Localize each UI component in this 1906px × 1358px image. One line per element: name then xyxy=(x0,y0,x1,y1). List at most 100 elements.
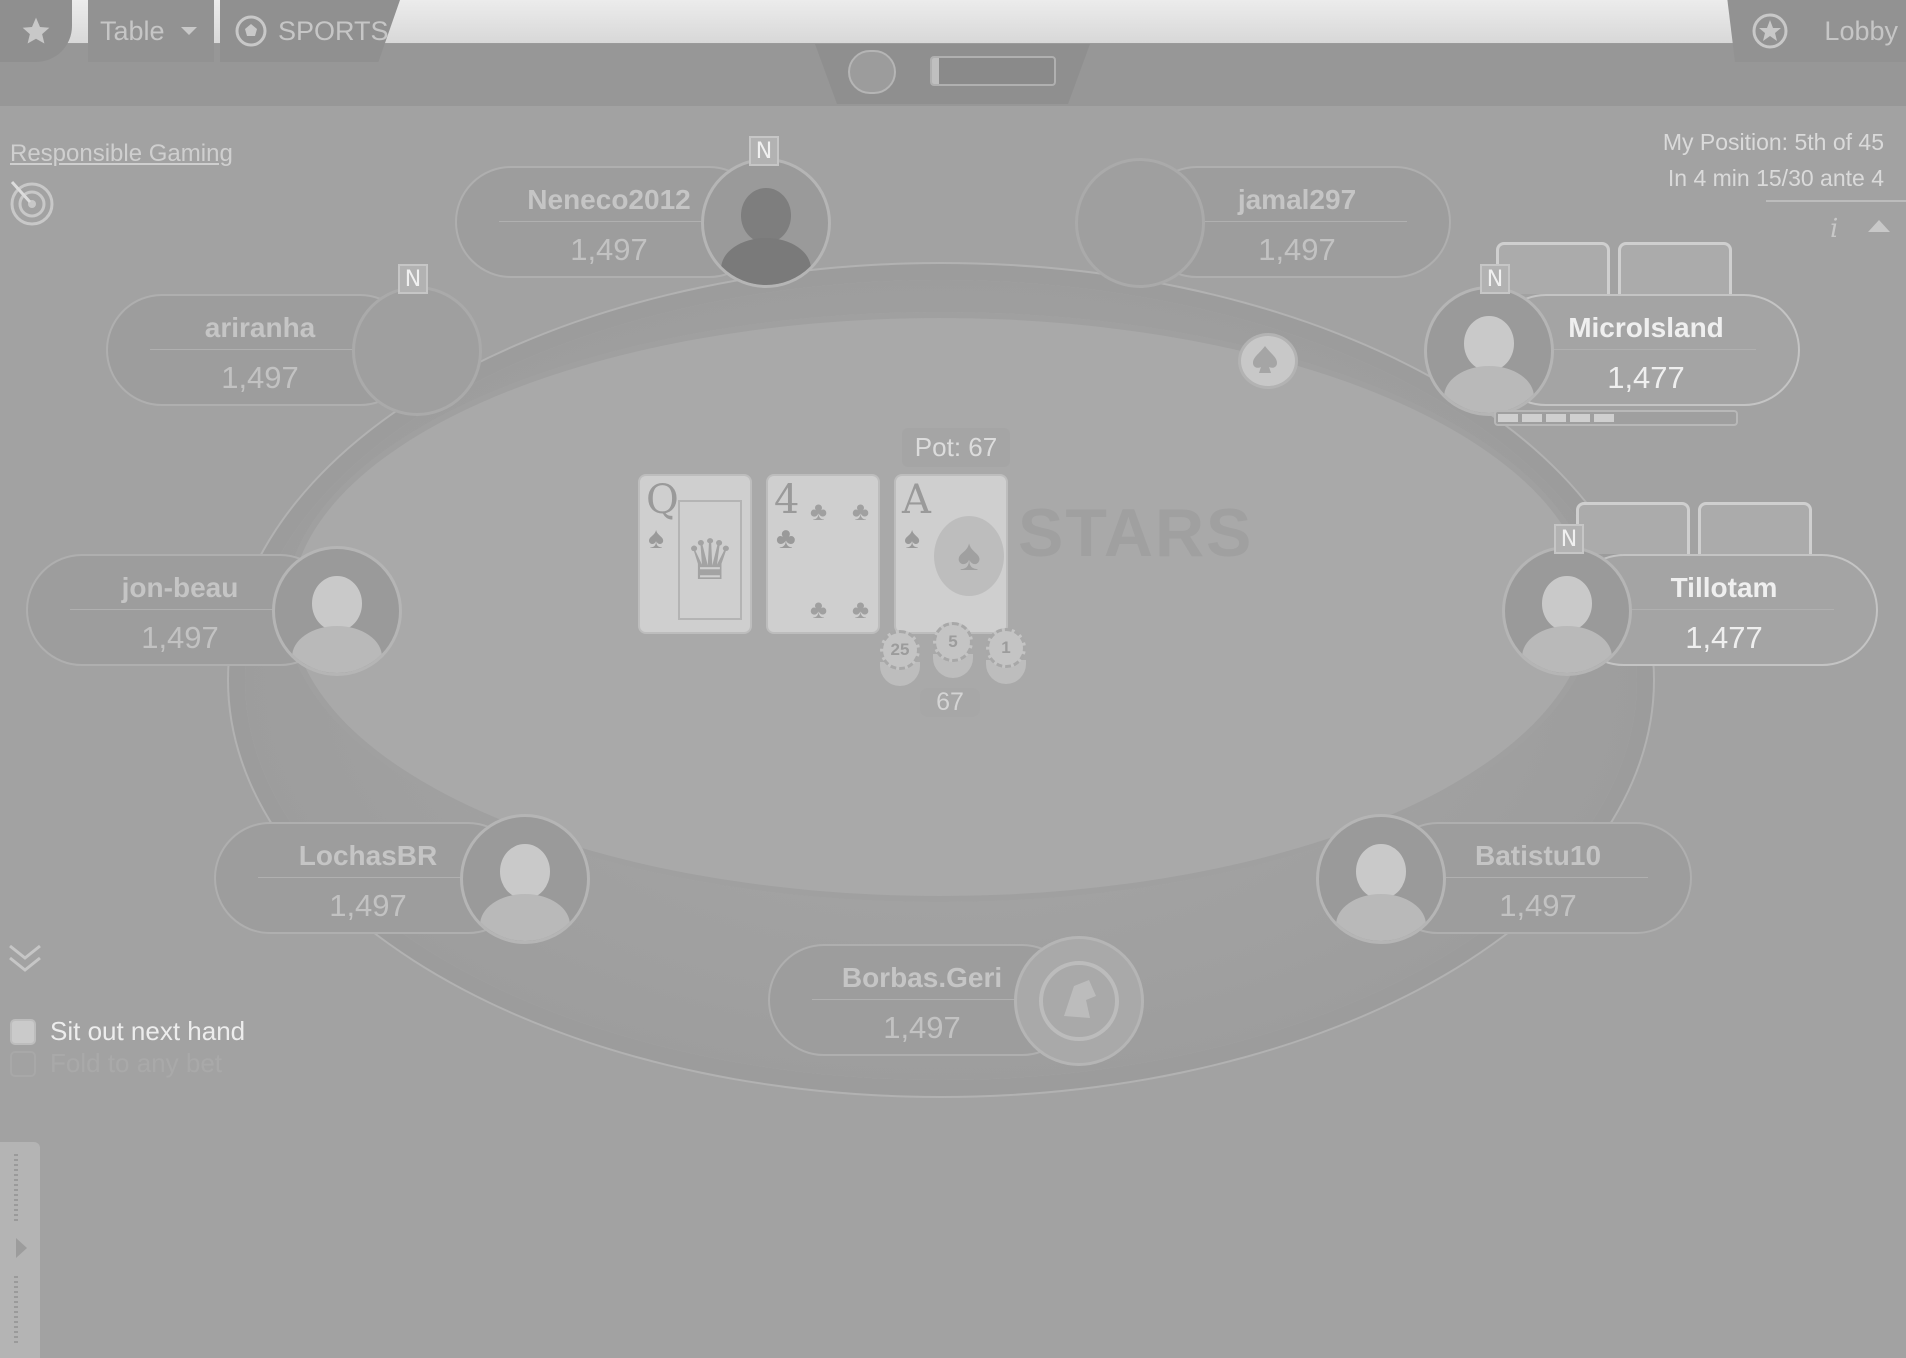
player-name: Neneco2012 xyxy=(527,184,691,215)
seat-divider xyxy=(150,349,370,350)
position-line: My Position: 5th of 45 xyxy=(1662,129,1884,155)
player-name: MicroIsland xyxy=(1568,312,1724,343)
seat-divider xyxy=(812,999,1032,1000)
seat-divider xyxy=(1428,877,1648,878)
seat-neneco2012[interactable]: Neneco2012 1,497 N xyxy=(455,136,831,288)
avatar[interactable] xyxy=(1316,814,1446,944)
double-chevron-down-icon[interactable] xyxy=(6,940,44,980)
dealer-button-icon xyxy=(1238,333,1298,389)
card-suit: ♣ xyxy=(776,522,796,555)
lobby-button[interactable]: Lobby xyxy=(1727,0,1906,62)
grip-lines xyxy=(14,1154,18,1224)
hole-card xyxy=(1618,242,1732,294)
player-stack: 1,497 xyxy=(883,1010,961,1045)
avatar[interactable] xyxy=(352,286,482,416)
pot-amount: 67 xyxy=(920,688,980,717)
blinds-line: In 4 min 15/30 ante 4 xyxy=(1667,165,1884,191)
board-card-1: Q ♠ ♛ xyxy=(638,474,752,634)
seat-divider xyxy=(1187,221,1407,222)
soccer-ball-icon xyxy=(235,15,267,47)
chip-25: 25 xyxy=(880,630,920,670)
club-pip-icon: ♣ xyxy=(810,594,828,624)
timebank-icon xyxy=(848,50,896,94)
hole-card xyxy=(1698,502,1812,554)
table-menu-button[interactable]: Table xyxy=(88,0,214,62)
player-stack: 1,497 xyxy=(1499,888,1577,923)
sit-out-checkbox[interactable]: Sit out next hand xyxy=(10,1016,245,1047)
card-rank: Q xyxy=(646,477,679,523)
club-pip-icon: ♣ xyxy=(852,496,870,526)
seat-tillotam[interactable]: Tillotam 1,477 N xyxy=(1502,524,1878,676)
responsible-gaming-link[interactable]: Responsible Gaming xyxy=(10,140,233,168)
lobby-label: Lobby xyxy=(1824,15,1898,46)
checkbox[interactable] xyxy=(10,1050,36,1077)
timebank-fill xyxy=(932,58,940,84)
sports-label: SPORTS xyxy=(278,15,389,46)
club-pip-icon: ♣ xyxy=(852,594,870,624)
hole-card xyxy=(1576,502,1690,554)
seat-borbas-geri[interactable]: Borbas.Geri 1,497 xyxy=(768,936,1144,1066)
checkbox[interactable] xyxy=(10,1018,36,1045)
avatar[interactable] xyxy=(272,546,402,676)
lion-logo-icon xyxy=(1039,961,1119,1041)
info-icon[interactable]: i xyxy=(1830,214,1838,244)
player-name: Tillotam xyxy=(1670,572,1778,603)
player-name: ariranha xyxy=(204,312,316,343)
chip-5: 5 xyxy=(933,622,973,662)
tournament-position-info: My Position: 5th of 45 In 4 min 15/30 an… xyxy=(1663,124,1884,196)
sports-button[interactable]: SPORTS xyxy=(220,0,400,62)
queen-face-art: ♛ xyxy=(678,500,742,620)
player-note-badge[interactable]: N xyxy=(749,136,779,166)
player-name: jamal297 xyxy=(1237,184,1357,215)
seat-jamal297[interactable]: jamal297 1,497 xyxy=(1075,158,1451,288)
table-menu-label: Table xyxy=(100,15,165,46)
collapse-up-icon[interactable] xyxy=(1868,220,1890,232)
action-timer-bar xyxy=(1494,410,1738,426)
side-panel-handle[interactable] xyxy=(0,1142,40,1358)
player-name: jon-beau xyxy=(121,572,239,603)
player-note-badge[interactable]: N xyxy=(1480,264,1510,294)
player-stack: 1,497 xyxy=(570,232,648,267)
fold-any-checkbox[interactable]: Fold to any bet xyxy=(10,1048,222,1079)
avatar[interactable] xyxy=(460,814,590,944)
seat-lochasbr[interactable]: LochasBR 1,497 xyxy=(214,814,590,944)
card-suit: ♠ xyxy=(648,522,664,555)
hole-card xyxy=(1496,242,1610,294)
avatar[interactable] xyxy=(701,158,831,288)
player-note-badge[interactable]: N xyxy=(1554,524,1584,554)
seat-ariranha[interactable]: ariranha 1,497 N xyxy=(106,264,482,416)
seat-divider xyxy=(1536,349,1756,350)
star-icon xyxy=(22,17,50,44)
info-divider xyxy=(1766,200,1906,202)
ace-spade-emblem-icon: ♠ xyxy=(934,516,1004,596)
chevron-down-icon xyxy=(180,27,197,35)
avatar[interactable] xyxy=(1502,546,1632,676)
board-card-2: 4 ♣ ♣ ♣ ♣ ♣ xyxy=(766,474,880,634)
player-stack: 1,497 xyxy=(1258,232,1336,267)
player-stack: 1,497 xyxy=(221,360,299,395)
player-note-badge[interactable]: N xyxy=(398,264,428,294)
avatar[interactable] xyxy=(1075,158,1205,288)
seat-divider xyxy=(499,221,719,222)
timebank-progress xyxy=(930,56,1056,86)
felt-logo-text: STARS xyxy=(1018,495,1254,571)
seat-batistu10[interactable]: Batistu10 1,497 xyxy=(1316,814,1692,944)
target-icon[interactable] xyxy=(8,178,58,228)
player-stack: 1,497 xyxy=(141,620,219,655)
player-stack: 1,477 xyxy=(1607,360,1685,395)
seat-microisland[interactable]: MicroIsland 1,477 N xyxy=(1424,264,1800,416)
card-rank: A xyxy=(902,477,931,523)
seat-divider xyxy=(258,877,478,878)
pokerstars-logo-icon xyxy=(1752,13,1788,49)
player-name: Borbas.Geri xyxy=(841,962,1003,993)
board-card-3: A ♠ ♠ xyxy=(894,474,1008,634)
card-suit: ♠ xyxy=(904,522,920,555)
avatar[interactable] xyxy=(1014,936,1144,1066)
fold-any-label: Fold to any bet xyxy=(50,1048,222,1078)
seat-divider xyxy=(70,609,290,610)
avatar[interactable] xyxy=(1424,286,1554,416)
seat-divider xyxy=(1614,609,1834,610)
sit-out-label: Sit out next hand xyxy=(50,1016,246,1046)
player-stack: 1,477 xyxy=(1685,620,1763,655)
seat-jon-beau[interactable]: jon-beau 1,497 xyxy=(26,546,402,676)
